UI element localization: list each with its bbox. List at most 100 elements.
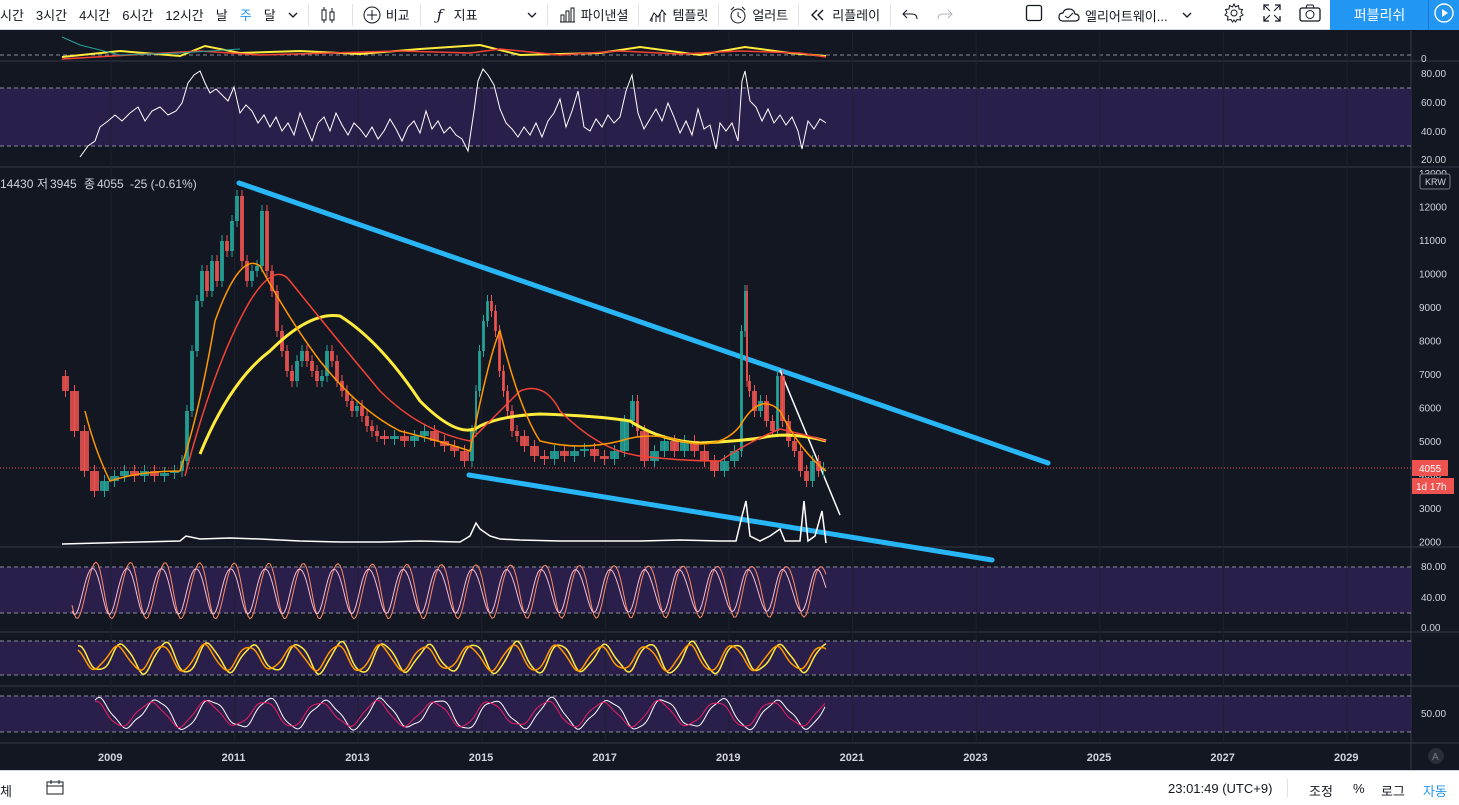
- candle-body: [260, 211, 264, 266]
- time-label-2021: 2021: [840, 752, 864, 764]
- undo-button[interactable]: [895, 0, 930, 30]
- candle-body: [478, 351, 481, 391]
- chart-area[interactable]: 14430 저 3945 종 4055 -25 (-0.61%) 1300012…: [0, 31, 1459, 769]
- financials-button[interactable]: 파이낸셜: [552, 0, 635, 30]
- candle-body: [315, 371, 319, 381]
- templates-icon: [649, 6, 667, 24]
- date-range-icon[interactable]: [46, 779, 64, 798]
- play-circle-icon: [1434, 2, 1454, 28]
- legend-low-label: 저: [37, 177, 48, 191]
- candle-body: [570, 451, 579, 456]
- candle-body: [482, 321, 485, 351]
- interval-month[interactable]: 달: [258, 0, 282, 30]
- auto-toggle[interactable]: 자동: [1423, 781, 1447, 800]
- candle-body: [710, 461, 719, 471]
- alerts-button[interactable]: 얼러트: [723, 0, 794, 30]
- interval-1h[interactable]: 시간: [0, 0, 30, 30]
- settings-button[interactable]: [1218, 0, 1250, 30]
- candle-body: [300, 351, 304, 361]
- candle-body: [320, 376, 324, 381]
- log-toggle[interactable]: 로그: [1381, 781, 1405, 800]
- time-label-2027: 2027: [1210, 752, 1234, 764]
- indicators-button[interactable]: ƒ 지표: [425, 0, 521, 30]
- candle-body: [420, 431, 429, 436]
- divider: [638, 3, 640, 26]
- candle-body: [590, 449, 599, 456]
- chart-type-button[interactable]: [313, 0, 348, 30]
- compare-label: 비교: [385, 8, 410, 23]
- templates-button[interactable]: 템플릿: [643, 0, 714, 30]
- candle-body: [335, 361, 339, 381]
- candle-body: [235, 196, 239, 221]
- alerts-label: 얼러트: [752, 8, 789, 23]
- candle-body: [90, 471, 99, 491]
- expand-icon: [1263, 3, 1281, 27]
- replay-button[interactable]: 리플레이: [803, 0, 886, 30]
- volume-line: [61, 500, 827, 545]
- candle-body: [350, 401, 354, 411]
- clock-label[interactable]: 23:01:49 (UTC+9): [1168, 781, 1272, 796]
- candle-body: [748, 381, 751, 391]
- candle-body: [240, 196, 244, 261]
- candle-body: [100, 481, 109, 491]
- candle-body: [600, 456, 609, 459]
- time-label-2011: 2011: [222, 752, 246, 764]
- candle-body: [700, 451, 709, 461]
- candle-body: [550, 451, 559, 459]
- fullscreen-button[interactable]: [1256, 0, 1288, 30]
- interval-3h[interactable]: 3시간: [30, 0, 73, 30]
- bottom-left-label[interactable]: 체: [0, 781, 12, 800]
- time-label-2015: 2015: [469, 752, 493, 764]
- candle-body: [530, 446, 539, 456]
- layout-save-button[interactable]: 엘리어트웨이...: [1058, 0, 1218, 30]
- screenshot-button[interactable]: [1294, 0, 1326, 30]
- bar-chart-icon: [558, 6, 576, 24]
- layout-chevron-icon: [1182, 12, 1192, 18]
- publish-play-button[interactable]: [1428, 0, 1459, 30]
- interval-dropdown-chevron-icon[interactable]: [282, 0, 304, 30]
- divider: [419, 3, 421, 26]
- compare-button[interactable]: 비교: [357, 0, 416, 30]
- candle-body: [255, 266, 259, 271]
- interval-12h[interactable]: 12시간: [159, 0, 209, 30]
- redo-button[interactable]: [930, 0, 965, 30]
- divider: [351, 3, 353, 26]
- candle-body: [798, 451, 803, 471]
- candle-body: [285, 351, 289, 371]
- publish-button[interactable]: 퍼블리쉬: [1330, 0, 1429, 30]
- interval-week[interactable]: 주: [234, 0, 258, 30]
- time-label-2013: 2013: [345, 752, 369, 764]
- cloud-icon: [1058, 7, 1080, 23]
- candle-body: [660, 441, 669, 451]
- candle-body: [506, 391, 509, 411]
- percent-toggle[interactable]: %: [1353, 781, 1365, 796]
- plus-circle-icon: [363, 6, 381, 24]
- indicators-dropdown-chevron-icon[interactable]: [521, 0, 543, 30]
- time-scale[interactable]: 2009 2011 2013 2015 2017 2019 2021 2023 2025 2027…: [98, 752, 1358, 764]
- candle-body: [776, 376, 779, 431]
- candle-body: [744, 291, 746, 331]
- divider: [718, 3, 720, 26]
- interval-4h[interactable]: 4시간: [73, 0, 116, 30]
- candle-body: [460, 451, 469, 461]
- candle-body: [620, 421, 629, 451]
- currency-badge-label: KRW: [1425, 177, 1446, 187]
- candle-body: [62, 376, 69, 391]
- candle-body: [740, 331, 743, 451]
- candle-body: [390, 436, 399, 439]
- time-label-2023: 2023: [963, 752, 987, 764]
- interval-6h[interactable]: 6시간: [116, 0, 159, 30]
- adjust-toggle[interactable]: 조정: [1309, 781, 1333, 800]
- redo-icon: [936, 6, 954, 24]
- price-label-2000: 2000: [1419, 538, 1442, 549]
- candle-body: [250, 271, 254, 281]
- templates-label: 템플릿: [672, 8, 709, 23]
- candle-body: [804, 471, 809, 481]
- candle-body: [540, 456, 549, 459]
- interval-day[interactable]: 날: [210, 0, 234, 30]
- rsi-band: [0, 88, 1411, 146]
- candle-body: [560, 451, 569, 456]
- fullscreen-rect-button[interactable]: [1016, 0, 1052, 30]
- countdown-label: 1d 17h: [1416, 482, 1447, 493]
- candle-body: [375, 431, 379, 436]
